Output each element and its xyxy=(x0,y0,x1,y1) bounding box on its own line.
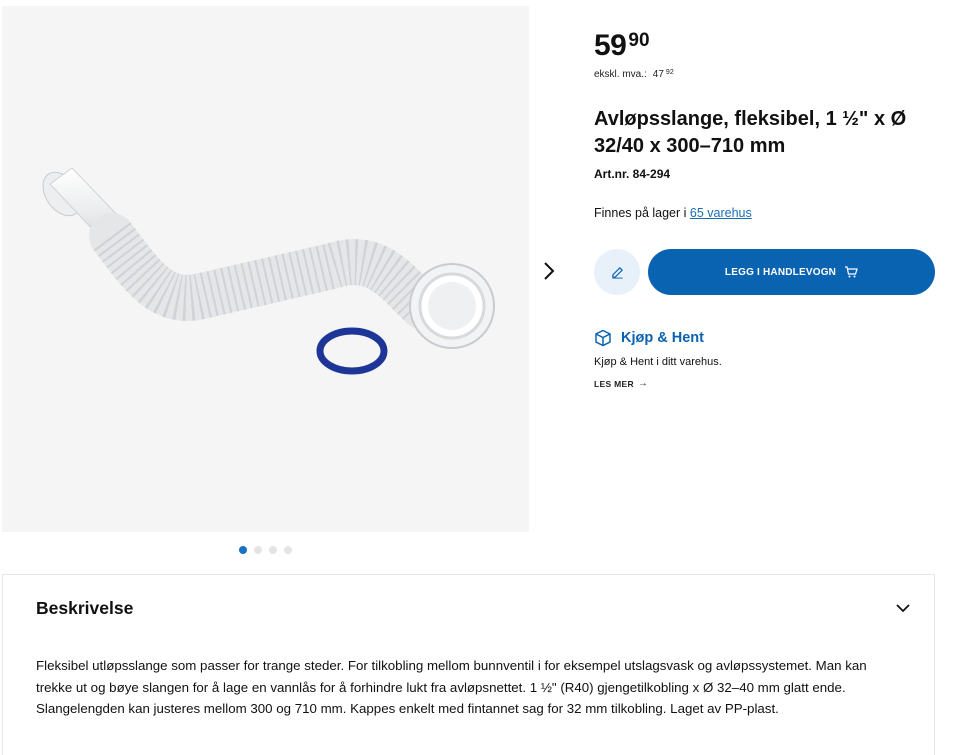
price-main: 59 xyxy=(594,29,627,62)
ex-vat-main: 47 xyxy=(652,69,664,80)
price-ex-vat: ekskl. mva.: 47 92 xyxy=(594,69,674,80)
arrow-right-icon: → xyxy=(637,378,649,389)
gallery-dot[interactable] xyxy=(269,546,277,554)
description-heading[interactable]: Beskrivelse xyxy=(36,598,133,619)
ex-vat-decimals: 92 xyxy=(665,69,674,76)
gallery-dot[interactable] xyxy=(239,546,247,554)
box-icon xyxy=(594,329,612,347)
read-more-link[interactable]: LES MER → xyxy=(594,378,648,389)
product-title: Avløpsslange, fleksibel, 1 ½" x Ø 32/40 … xyxy=(594,108,907,157)
product-image xyxy=(42,167,495,375)
click-collect-description: Kjøp & Hent i ditt varehus. xyxy=(594,356,722,368)
edit-button[interactable] xyxy=(594,249,640,295)
chevron-right-icon xyxy=(544,262,555,280)
description-section: Beskrivelse Fleksibel utløpsslange som p… xyxy=(2,574,935,755)
gallery-dots xyxy=(239,546,292,554)
add-to-cart-label: LEGG I HANDLEVOGN xyxy=(724,266,837,278)
pencil-icon xyxy=(611,266,623,279)
ex-vat-label: ekskl. mva.: xyxy=(594,69,647,80)
click-collect-title: Kjøp & Hent xyxy=(594,329,704,347)
cart-icon xyxy=(844,266,858,278)
description-body: Fleksibel utløpsslange som passer for tr… xyxy=(36,658,867,716)
stock-status: Finnes på lager i 65 varehus xyxy=(594,206,752,220)
price: 59 90 xyxy=(594,28,650,64)
click-collect-title-text: Kjøp & Hent xyxy=(621,330,704,346)
gallery-dot[interactable] xyxy=(284,546,292,554)
stock-text: Finnes på lager i xyxy=(594,206,690,220)
product-image-gallery[interactable] xyxy=(2,6,529,532)
read-more-label: LES MER xyxy=(594,378,634,389)
stock-stores-link[interactable]: 65 varehus xyxy=(690,206,752,220)
price-decimals: 90 xyxy=(628,30,650,51)
article-number: Art.nr. 84-294 xyxy=(594,167,671,181)
add-to-cart-button[interactable]: LEGG I HANDLEVOGN xyxy=(648,249,935,295)
gallery-dot[interactable] xyxy=(254,546,262,554)
chevron-down-icon[interactable] xyxy=(894,599,912,617)
gallery-next-button[interactable] xyxy=(536,258,562,284)
